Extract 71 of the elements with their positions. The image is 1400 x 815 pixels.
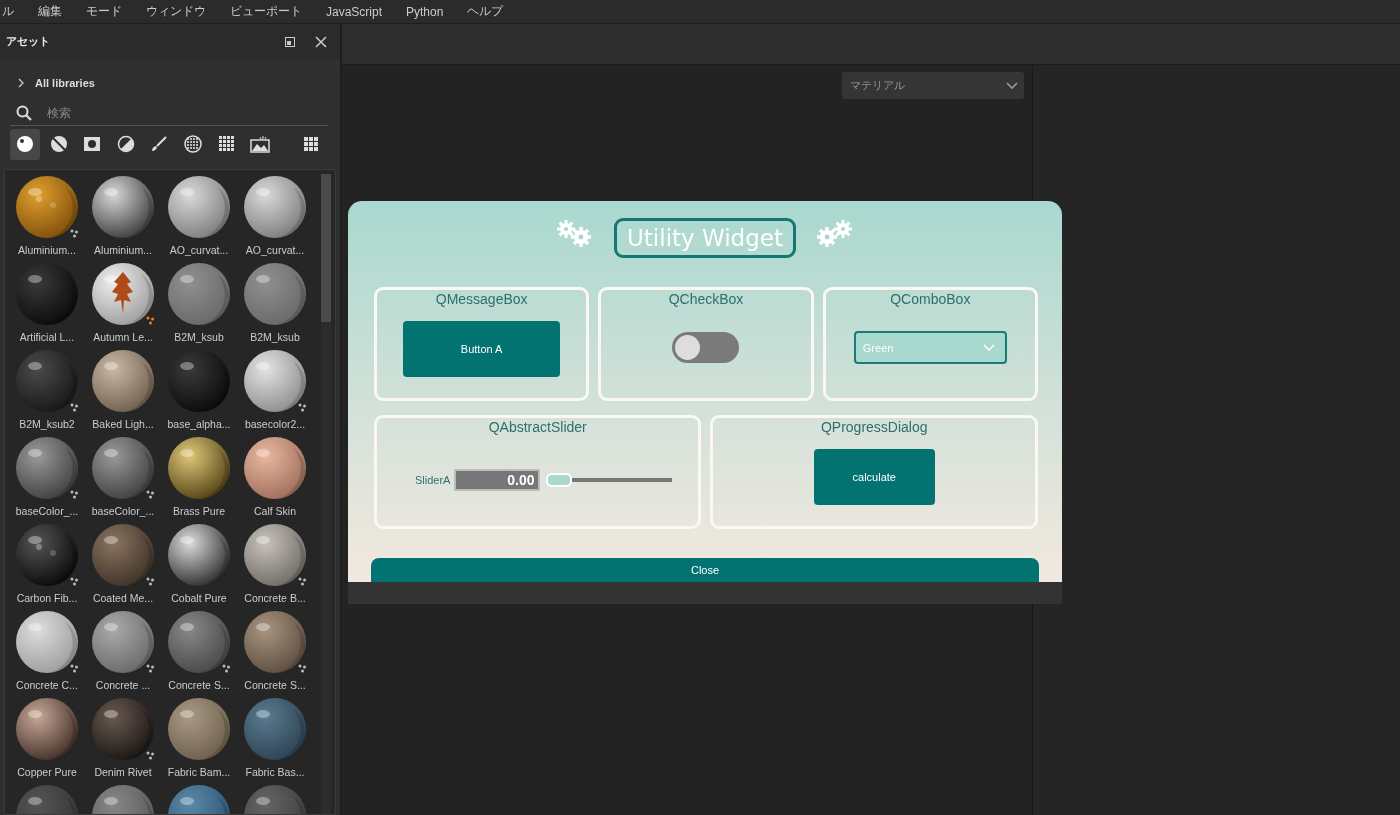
material-label: baseColor_... [15,505,79,518]
chevron-icon[interactable] [18,78,25,88]
float-icon[interactable] [285,36,295,47]
material-label: Concrete S... [244,679,306,692]
material-label: Copper Pure [17,766,77,779]
material-label: Calf Skin [254,505,296,518]
menu-item[interactable]: ル [0,3,26,20]
menu-item[interactable]: ウィンドウ [134,3,218,20]
material-label: Carbon Fib... [16,592,78,605]
material-label: Denim Rivet [94,766,152,779]
material-dropdown[interactable]: マテリアル [842,72,1024,99]
material-label: basecolor2... [244,418,306,431]
action-button[interactable]: Button A [403,320,561,377]
pattern-icon [217,135,236,153]
material-label: Brass Pure [173,505,225,518]
material-label: Concrete ... [95,679,151,692]
library-selector[interactable]: All libraries [35,77,95,89]
chevron-icon [1006,81,1018,90]
group-title: QAbstractSlider [488,419,587,435]
grid-view-icon[interactable] [303,137,318,151]
material-label: Artificial L... [19,331,75,344]
material-label: Concrete S... [168,679,230,692]
panel-title: アセット [6,34,50,49]
search-field[interactable]: 検索 [47,104,287,122]
material-label: Fabric Bam... [167,766,231,779]
menu-item[interactable]: ヘルプ [455,3,516,20]
toggle-switch[interactable] [672,332,740,363]
scrollbar[interactable] [321,174,331,814]
menu-item[interactable]: モード [74,3,134,20]
slider-handle[interactable] [546,472,573,487]
material-label: Concrete C... [16,679,78,692]
action-button[interactable]: calculate [813,448,935,505]
gears-icon [556,220,594,248]
group-title: QMessageBox [435,291,528,307]
material-label: B2M_ksub [174,331,224,344]
material-label: base_alpha... [167,418,231,431]
group-title: QCheckBox [668,291,744,307]
material-label: Aluminium... [18,244,76,257]
search-icon [16,105,32,121]
material-label: baseColor_... [91,505,155,518]
material-label: Cobalt Pure [171,592,227,605]
chevron-icon [982,343,995,352]
material-label: Baked Ligh... [92,418,154,431]
material-label: B2M_ksub [250,331,300,344]
menu-item[interactable]: 編集 [26,3,74,20]
dialog-title: Utility Widget [614,218,796,258]
half-circle-icon [116,135,135,153]
sphere-icon [16,135,34,153]
material-label: AO_curvat... [169,244,229,257]
gears-icon [816,220,854,248]
material-label: AO_curvat... [245,244,305,257]
material-label: Concrete B... [244,592,306,605]
menu-item[interactable]: Python [394,4,456,19]
menu-item[interactable]: ビューポート [218,3,314,20]
material-label: B2M_ksub2 [19,418,75,431]
striped-ball-icon [49,135,68,153]
slider-label: SliderA [415,473,451,486]
brush-icon [150,135,169,153]
image-icon [250,135,271,153]
material-label: Autumn Le... [93,331,153,344]
material-label: Fabric Bas... [245,766,305,779]
material-label: Coated Me... [92,592,154,605]
value-field[interactable]: 0.00 [454,468,541,491]
close-button[interactable]: Close [371,558,1039,582]
material-label: Aluminium... [94,244,152,257]
dotted-ball-icon [183,135,202,153]
filter-tab[interactable] [10,128,40,160]
menu-item[interactable]: JavaScript [314,4,395,19]
group-title: QComboBox [890,291,971,307]
close-icon[interactable] [315,35,327,48]
group-title: QProgressDialog [820,419,928,435]
